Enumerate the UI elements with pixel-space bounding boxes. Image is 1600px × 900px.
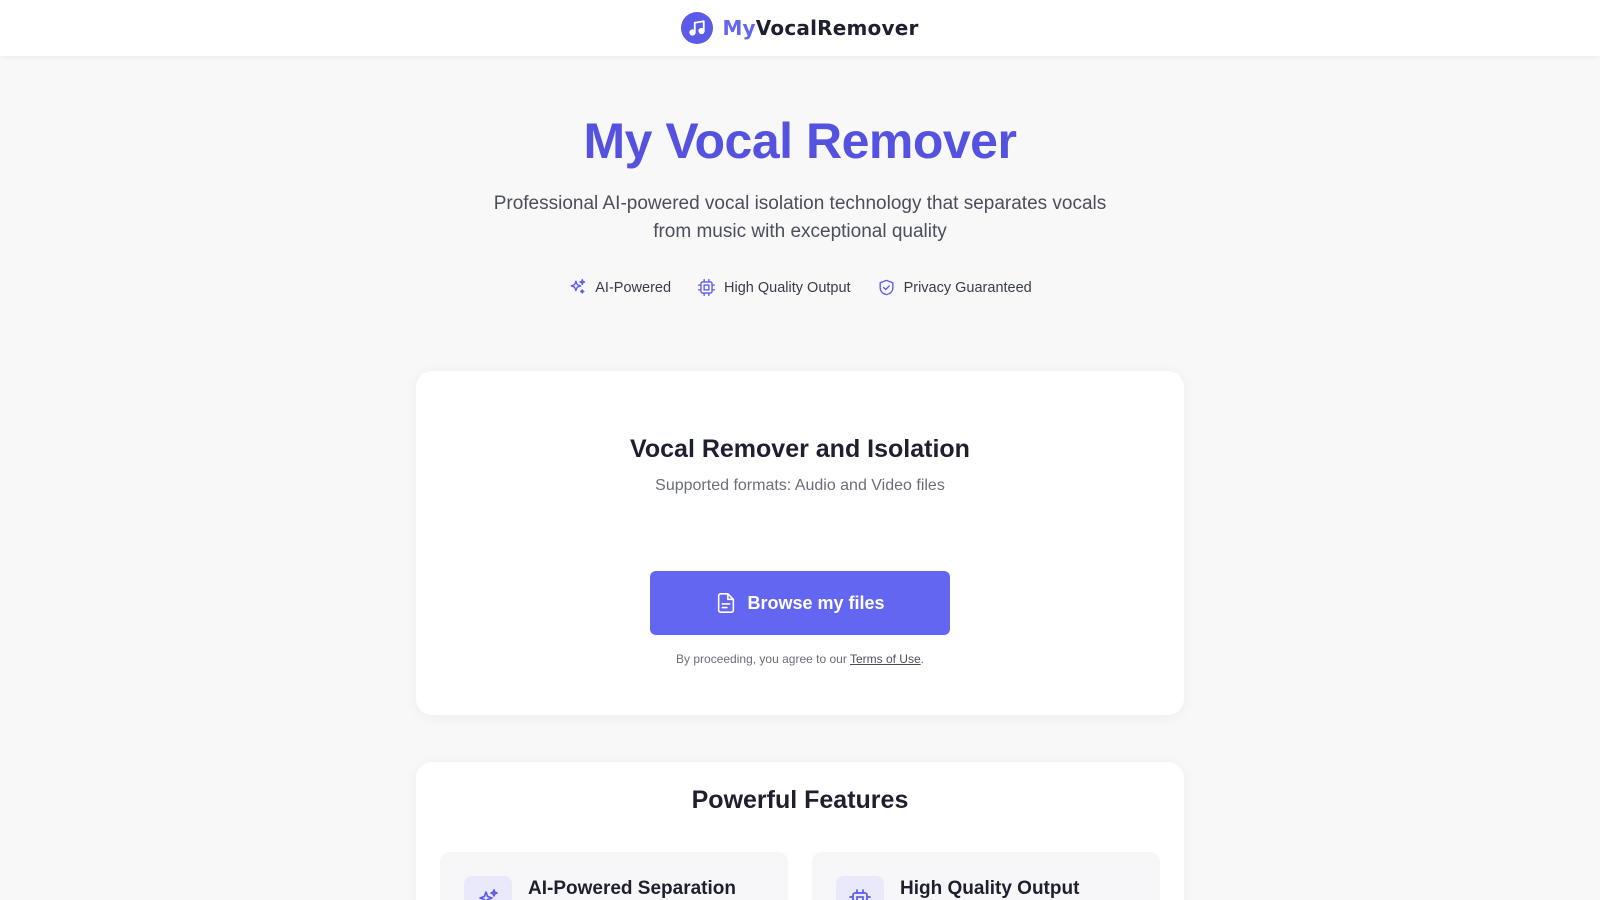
- top-navbar: MyVocalRemover: [0, 0, 1600, 56]
- terms-suffix: .: [920, 652, 924, 666]
- feature-badges: AI-Powered High Quality Output Privacy G…: [0, 278, 1600, 297]
- sparkles-icon: [464, 876, 512, 900]
- badge-high-quality: High Quality Output: [697, 278, 851, 297]
- sparkles-icon: [570, 278, 586, 294]
- brand-suffix: VocalRemover: [755, 16, 919, 40]
- hero-subtitle: Professional AI-powered vocal isolation …: [493, 193, 1107, 242]
- features-card: Powerful Features AI-Powered Separation …: [416, 762, 1184, 900]
- browse-files-button[interactable]: Browse my files: [650, 571, 950, 635]
- feature-high-quality: High Quality Output: [812, 852, 1160, 900]
- shield-check-icon: [879, 279, 894, 296]
- browse-files-label: Browse my files: [747, 592, 885, 613]
- terms-of-use-link[interactable]: Terms of Use: [850, 652, 921, 666]
- supported-formats: Supported formats: Audio and Video files: [655, 477, 945, 494]
- badge-label: High Quality Output: [724, 279, 851, 296]
- features-title: Powerful Features: [691, 786, 909, 814]
- chip-icon: [836, 876, 884, 900]
- file-icon: [718, 593, 735, 613]
- brand-name: MyVocalRemover: [722, 16, 918, 40]
- terms-prefix: By proceeding, you agree to our: [676, 652, 850, 666]
- brand-prefix: My: [722, 16, 756, 40]
- music-note-icon: [681, 12, 714, 44]
- feature-ai-separation: AI-Powered Separation: [440, 852, 788, 900]
- brand-link[interactable]: MyVocalRemover: [681, 12, 918, 44]
- upload-title: Vocal Remover and Isolation: [630, 435, 970, 463]
- feature-title: High Quality Output: [900, 878, 1080, 899]
- badge-label: Privacy Guaranteed: [903, 279, 1032, 296]
- badge-ai-powered: AI-Powered: [568, 278, 671, 297]
- upload-card: Vocal Remover and Isolation Supported fo…: [416, 371, 1184, 715]
- terms-notice: By proceeding, you agree to our Terms of…: [416, 652, 1184, 666]
- badge-label: AI-Powered: [595, 279, 672, 296]
- chip-icon: [697, 278, 716, 297]
- badge-privacy: Privacy Guaranteed: [877, 278, 1032, 297]
- feature-title: AI-Powered Separation: [528, 878, 736, 899]
- hero-title: My Vocal Remover: [583, 113, 1017, 169]
